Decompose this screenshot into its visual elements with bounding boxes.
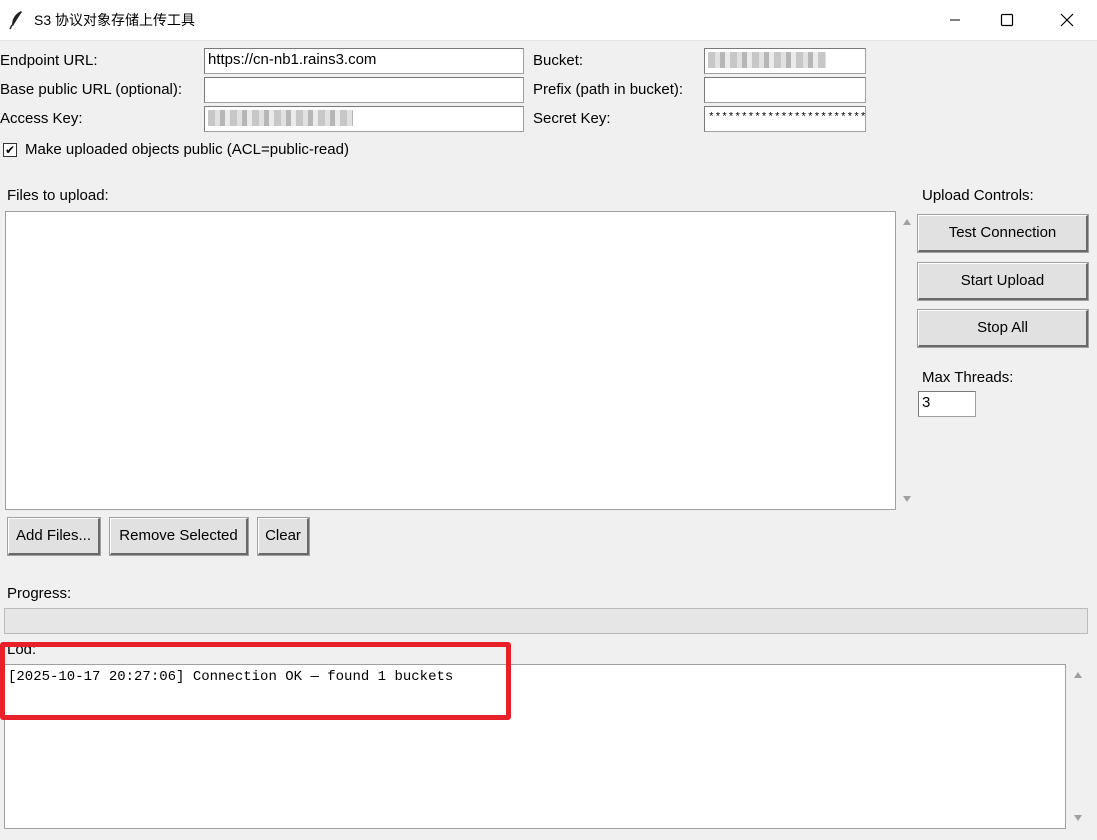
stop-all-button[interactable]: Stop All — [917, 309, 1089, 348]
add-files-button[interactable]: Add Files... — [7, 517, 101, 556]
public-acl-checkbox[interactable]: ✔ — [3, 143, 17, 157]
redacted-bucket-value — [708, 52, 826, 69]
files-listbox[interactable] — [5, 211, 896, 510]
upload-controls-label: Upload Controls: — [922, 187, 1034, 204]
checkmark-icon: ✔ — [4, 143, 16, 157]
scroll-down-icon[interactable] — [898, 491, 916, 507]
start-upload-button[interactable]: Start Upload — [917, 262, 1089, 301]
test-connection-button[interactable]: Test Connection — [917, 214, 1089, 253]
files-scrollbar[interactable] — [898, 211, 916, 510]
highlight-box — [0, 642, 511, 720]
scroll-up-icon[interactable] — [898, 214, 916, 230]
window-title: S3 协议对象存储上传工具 — [34, 12, 196, 28]
scroll-up-icon[interactable] — [1069, 667, 1087, 683]
endpoint-label: Endpoint URL: — [0, 52, 98, 69]
base-url-input[interactable] — [204, 77, 524, 103]
clear-button[interactable]: Clear — [257, 517, 310, 556]
close-button[interactable] — [1041, 0, 1093, 40]
base-url-label: Base public URL (optional): — [0, 81, 183, 98]
scroll-down-icon[interactable] — [1069, 810, 1087, 826]
access-key-input[interactable] — [204, 106, 524, 132]
bucket-label: Bucket: — [533, 52, 584, 69]
max-threads-input[interactable]: 3 — [918, 391, 976, 417]
minimize-button[interactable] — [929, 0, 981, 40]
prefix-label: Prefix (path in bucket): — [533, 81, 684, 98]
max-threads-label: Max Threads: — [922, 369, 1014, 386]
access-key-label: Access Key: — [0, 110, 83, 127]
secret-key-label: Secret Key: — [533, 110, 611, 127]
prefix-input[interactable] — [704, 77, 866, 103]
files-label: Files to upload: — [7, 187, 109, 204]
remove-selected-button[interactable]: Remove Selected — [109, 517, 249, 556]
secret-key-input[interactable]: ************************* — [704, 106, 866, 132]
feather-icon — [8, 10, 26, 30]
public-acl-label: Make uploaded objects public (ACL=public… — [25, 141, 349, 158]
maximize-button[interactable] — [981, 0, 1033, 40]
progress-label: Progress: — [7, 585, 72, 602]
bucket-input[interactable] — [704, 48, 866, 74]
endpoint-input[interactable]: https://cn-nb1.rains3.com — [204, 48, 524, 74]
title-bar: S3 协议对象存储上传工具 — [0, 0, 1097, 41]
log-scrollbar[interactable] — [1069, 664, 1087, 829]
redacted-access-key-value — [208, 110, 353, 127]
progress-bar — [4, 608, 1088, 634]
